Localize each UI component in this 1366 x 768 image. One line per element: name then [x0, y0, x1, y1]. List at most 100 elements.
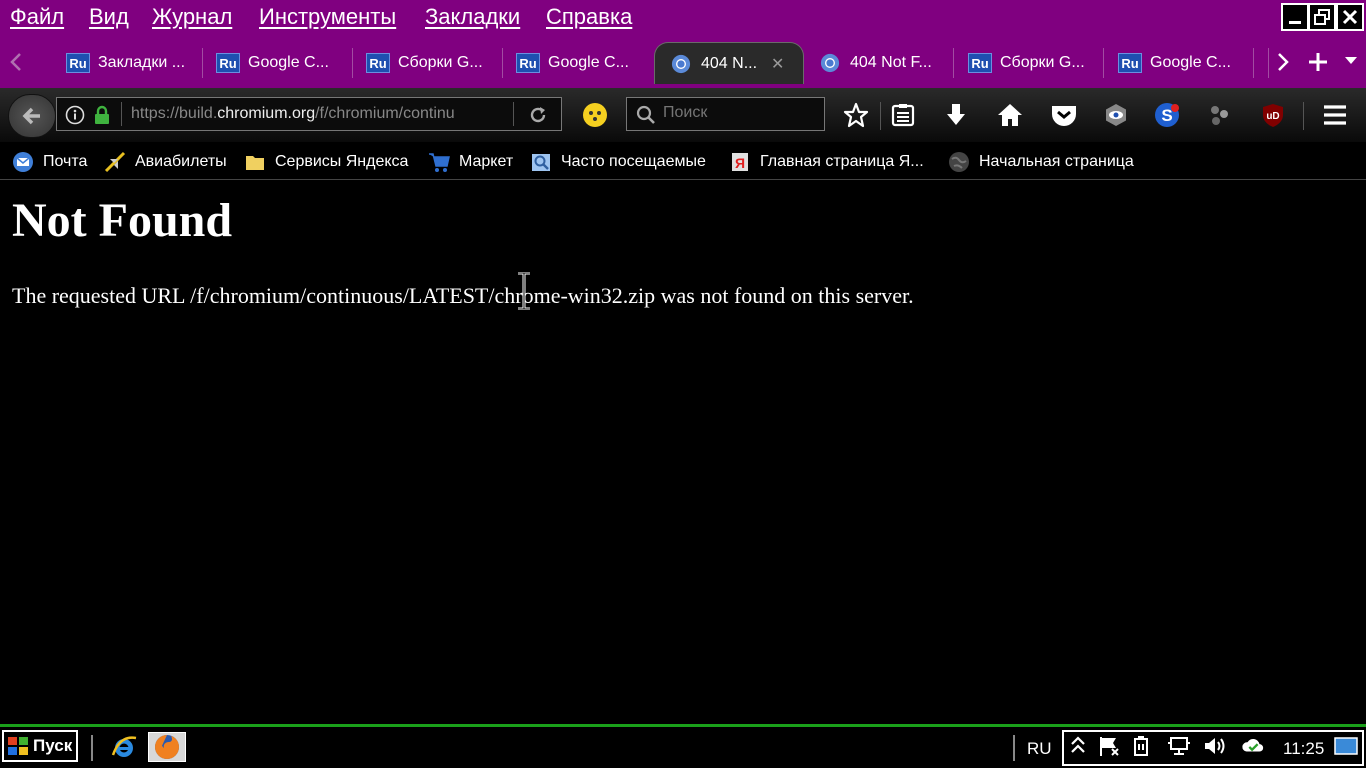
page-content: Not Found The requested URL /f/chromium/… — [0, 181, 1366, 724]
tab[interactable]: Ru Google C... — [516, 46, 646, 80]
new-tab-icon[interactable] — [1307, 51, 1329, 73]
bookmarks-menu-button[interactable] — [888, 100, 918, 130]
menu-bookmarks[interactable]: Закладки — [425, 4, 520, 30]
s-logo-icon: S — [1155, 103, 1179, 127]
tab-title: Google C... — [1150, 54, 1231, 71]
clipboard-list-icon — [891, 104, 915, 127]
minimize-icon — [1289, 21, 1301, 24]
minimize-button[interactable] — [1281, 3, 1309, 31]
start-button[interactable]: Пуск — [2, 730, 78, 762]
tab-list-icon[interactable] — [1344, 56, 1358, 66]
bookmark-item[interactable]: Начальная страница — [948, 150, 1134, 174]
ublock-button[interactable]: uD — [1258, 100, 1288, 130]
bookmark-item[interactable]: Сервисы Яндекса — [244, 150, 408, 174]
url-domain: chromium.org — [217, 105, 316, 122]
bookmark-label: Часто посещаемые — [561, 153, 706, 170]
tab[interactable]: Ru Закладки ... — [66, 46, 196, 80]
ublock-shield-icon: uD — [1263, 104, 1283, 127]
tab-title: Сборки G... — [1000, 54, 1085, 71]
info-icon[interactable] — [65, 105, 85, 125]
menu-view[interactable]: Вид — [89, 4, 129, 30]
url-bar[interactable]: https://build.chromium.org/f/chromium/co… — [56, 97, 562, 131]
tab[interactable]: Ru Сборки G... — [366, 46, 496, 80]
bookmark-label: Почта — [43, 153, 88, 170]
back-button[interactable] — [8, 94, 56, 138]
smiley-extension-icon[interactable] — [582, 102, 608, 128]
lock-icon[interactable] — [93, 105, 111, 125]
reload-icon[interactable] — [527, 104, 549, 126]
cart-icon — [429, 153, 450, 172]
chromium-icon — [820, 53, 840, 73]
desktop-icon — [1334, 737, 1358, 755]
menu-tools[interactable]: Инструменты — [259, 4, 396, 30]
power-tray-button[interactable] — [1129, 735, 1153, 757]
menu-help[interactable]: Справка — [546, 4, 632, 30]
tab-active[interactable]: 404 N... ✕ — [654, 42, 804, 84]
taskbar: Пуск RU 11:25 — [0, 724, 1366, 768]
downloads-button[interactable] — [941, 100, 971, 130]
tab-separator — [502, 48, 503, 78]
mail-icon — [13, 152, 33, 172]
menu-file[interactable]: Файл — [10, 4, 64, 30]
download-arrow-icon — [947, 104, 965, 125]
chevron-up-icon — [1071, 736, 1085, 753]
s-extension-button[interactable]: S — [1152, 100, 1182, 130]
bookmarks-toolbar: Почта Авиабилеты Сервисы Яндекса Маркет … — [0, 142, 1366, 180]
folder-icon — [246, 156, 264, 170]
ie-taskbar-button[interactable] — [106, 732, 142, 762]
tab[interactable]: Ru Google C... — [1118, 46, 1248, 80]
search-bar[interactable] — [626, 97, 825, 131]
bookmark-item[interactable]: Маркет — [428, 150, 513, 174]
bookmark-label: Сервисы Яндекса — [275, 153, 409, 170]
volume-tray-button[interactable] — [1203, 735, 1227, 757]
bookmark-label: Начальная страница — [979, 153, 1134, 170]
scroll-tabs-right-icon[interactable] — [1275, 52, 1291, 72]
bookmark-star-button[interactable] — [841, 100, 871, 130]
tab[interactable]: Ru Google C... — [216, 46, 346, 80]
start-label: Пуск — [33, 736, 73, 755]
home-icon — [998, 104, 1022, 126]
show-desktop-button[interactable] — [1334, 735, 1358, 757]
bookmark-label: Маркет — [459, 153, 514, 170]
plane-icon — [104, 151, 126, 173]
bookmark-item[interactable]: Почта — [12, 150, 87, 174]
close-icon — [1342, 9, 1358, 25]
tab[interactable]: 404 Not F... — [818, 46, 948, 80]
restore-button[interactable] — [1308, 3, 1336, 31]
menu-button[interactable] — [1320, 100, 1350, 130]
bookmark-item[interactable]: Авиабилеты — [104, 150, 227, 174]
sync-tray-button[interactable] — [1241, 735, 1265, 757]
pocket-icon — [1052, 106, 1076, 126]
tab-close-icon[interactable]: ✕ — [771, 54, 784, 74]
tab-separator — [1268, 48, 1269, 78]
tab[interactable]: Ru Сборки G... — [968, 46, 1098, 80]
home-button[interactable] — [995, 100, 1025, 130]
action-center-tray-button[interactable] — [1097, 735, 1121, 757]
firefox-taskbar-button[interactable] — [148, 732, 186, 762]
url-text[interactable]: https://build.chromium.org/f/chromium/co… — [131, 105, 455, 123]
menu-history[interactable]: Журнал — [152, 4, 232, 30]
language-indicator[interactable]: RU — [1027, 739, 1052, 759]
battery-plug-icon — [1134, 736, 1148, 756]
svg-text:Я: Я — [735, 155, 745, 171]
eye-extension-button[interactable] — [1101, 100, 1131, 130]
network-tray-button[interactable] — [1167, 735, 1191, 757]
ru-icon: Ru — [968, 53, 992, 73]
scroll-tabs-left-icon[interactable] — [8, 52, 24, 72]
dots-extension-button[interactable] — [1204, 100, 1234, 130]
bookmark-item[interactable]: Часто посещаемые — [530, 150, 706, 174]
bookmark-item[interactable]: Я Главная страница Я... — [729, 150, 924, 174]
clock[interactable]: 11:25 — [1283, 739, 1324, 759]
tab-separator — [1103, 48, 1104, 78]
tab-separator — [1253, 48, 1254, 78]
url-prefix: https://build. — [131, 105, 218, 122]
bookmark-label: Главная страница Я... — [760, 153, 924, 170]
tab-separator — [352, 48, 353, 78]
pocket-button[interactable] — [1049, 100, 1079, 130]
show-hidden-icons-button[interactable] — [1066, 735, 1090, 757]
toolbar-separator — [880, 102, 881, 130]
close-window-button[interactable] — [1336, 3, 1364, 31]
search-input[interactable] — [663, 104, 818, 122]
page-heading: Not Found — [12, 194, 233, 247]
hexagon-eye-icon — [1106, 104, 1126, 126]
